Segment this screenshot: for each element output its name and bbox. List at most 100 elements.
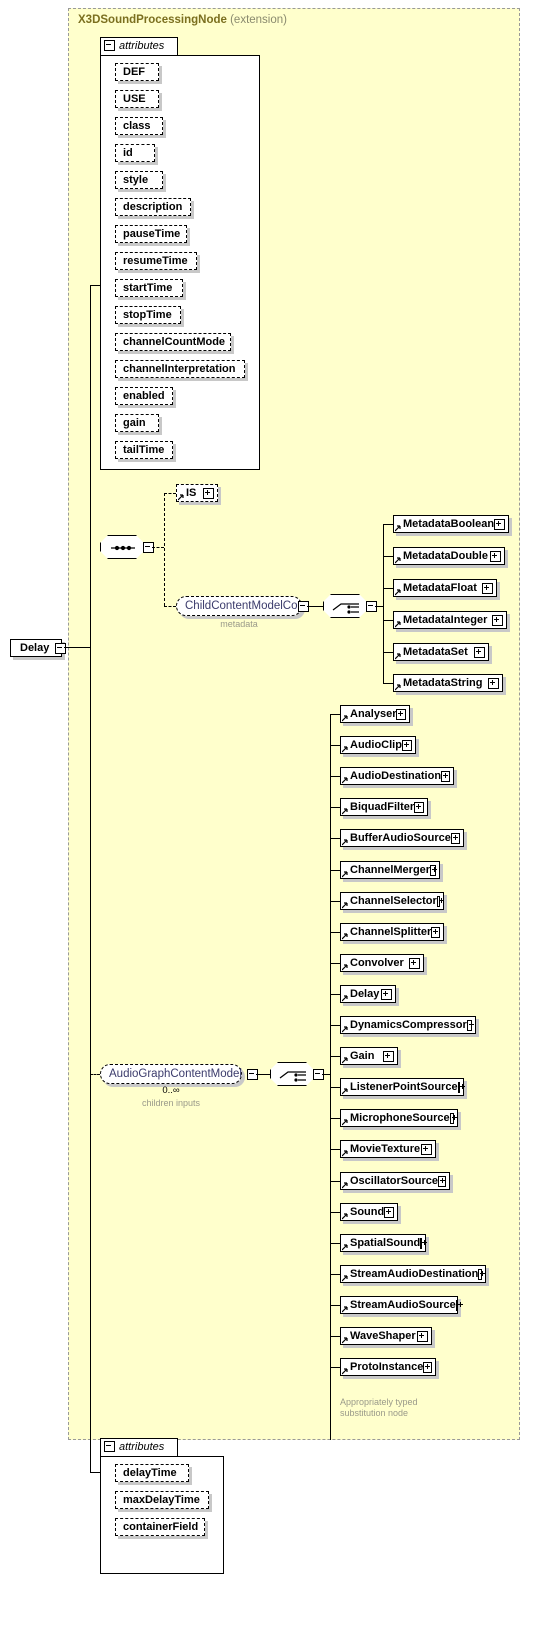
element-movietexture[interactable]: MovieTexture	[340, 1140, 436, 1158]
plus-icon[interactable]	[441, 770, 450, 782]
element-metadatainteger[interactable]: MetadataInteger	[393, 611, 507, 629]
element-delay[interactable]: Delay	[340, 985, 396, 1003]
plus-icon[interactable]	[396, 708, 406, 720]
attribute-maxdelaytime[interactable]: maxDelayTime	[115, 1491, 209, 1509]
plus-icon[interactable]	[474, 646, 485, 658]
plus-icon[interactable]	[431, 926, 440, 938]
sequence-compositor[interactable]	[100, 535, 144, 559]
element-spatialsound[interactable]: SpatialSound	[340, 1234, 428, 1252]
plus-icon[interactable]	[414, 801, 424, 813]
element-oscillatorsource[interactable]: OscillatorSource	[340, 1172, 450, 1190]
element-dynamicscompressor[interactable]: DynamicsCompressor	[340, 1016, 476, 1034]
ref-arrow-icon	[342, 902, 348, 909]
element-streamaudiosource[interactable]: StreamAudioSource	[340, 1296, 463, 1314]
attribute-use[interactable]: USE	[115, 90, 159, 108]
connector-audiograph-0	[330, 714, 340, 715]
connector-audiograph-10	[330, 1025, 340, 1026]
element-listenerpointsource[interactable]: ListenerPointSource	[340, 1078, 467, 1096]
element-channelselector[interactable]: ChannelSelector	[340, 892, 445, 910]
inherited-attributes-tab[interactable]: attributes	[100, 37, 178, 56]
attribute-channelcountmode[interactable]: channelCountMode	[115, 333, 231, 351]
audiograph-choice-compositor[interactable]	[270, 1062, 314, 1086]
plus-icon[interactable]	[488, 677, 499, 689]
metadata-choice-compositor[interactable]	[323, 594, 367, 618]
connector-seq-out	[152, 547, 164, 548]
plus-icon[interactable]	[436, 895, 445, 907]
plus-icon[interactable]	[383, 1050, 394, 1062]
element-convolver[interactable]: Convolver	[340, 954, 424, 972]
element-channelmerger[interactable]: ChannelMerger	[340, 861, 440, 879]
attribute-enabled[interactable]: enabled	[115, 387, 173, 405]
plus-icon[interactable]	[430, 864, 437, 876]
attribute-gain[interactable]: gain	[115, 414, 159, 432]
group-ref-audiographcontentmodel[interactable]: AudioGraphContentModel	[100, 1064, 242, 1084]
element-metadataboolean[interactable]: MetadataBoolean	[393, 515, 509, 533]
plus-icon[interactable]	[466, 1019, 475, 1031]
plus-icon[interactable]	[455, 1299, 463, 1311]
attribute-def[interactable]: DEF	[115, 63, 159, 81]
root-toggle[interactable]	[55, 643, 66, 654]
attribute-tailtime[interactable]: tailTime	[115, 441, 173, 459]
connector-audiograph-16	[330, 1212, 340, 1213]
plus-icon[interactable]	[417, 1330, 428, 1342]
attribute-delaytime[interactable]: delayTime	[115, 1464, 189, 1482]
element-metadatastring[interactable]: MetadataString	[393, 674, 503, 692]
minus-icon[interactable]	[104, 1441, 115, 1453]
element-metadataset[interactable]: MetadataSet	[393, 643, 489, 661]
plus-icon[interactable]	[420, 1237, 428, 1249]
attribute-stoptime[interactable]: stopTime	[115, 306, 181, 324]
attribute-containerfield[interactable]: containerField	[115, 1518, 205, 1536]
plus-icon[interactable]	[409, 957, 420, 969]
plus-icon[interactable]	[421, 1143, 432, 1155]
element-label: AudioDestination	[350, 770, 442, 782]
group-ref-childcontentmodelcore[interactable]: ChildContentModelCore	[176, 596, 308, 616]
plus-icon[interactable]	[494, 518, 505, 530]
plus-icon[interactable]	[478, 1268, 485, 1280]
element-audiodestination[interactable]: AudioDestination	[340, 767, 454, 785]
plus-icon[interactable]	[450, 832, 460, 844]
plus-icon[interactable]	[449, 1112, 458, 1124]
element-microphonesource[interactable]: MicrophoneSource	[340, 1109, 458, 1127]
ref-arrow-icon	[342, 808, 348, 815]
element-bufferaudiosource[interactable]: BufferAudioSource	[340, 829, 464, 847]
element-metadatafloat[interactable]: MetadataFloat	[393, 579, 497, 597]
attribute-class[interactable]: class	[115, 117, 163, 135]
element-protoinstance[interactable]: ProtoInstance	[340, 1358, 436, 1376]
element-label: MetadataInteger	[403, 614, 488, 626]
minus-icon[interactable]	[104, 40, 115, 52]
attribute-id[interactable]: id	[115, 144, 155, 162]
attribute-pausetime[interactable]: pauseTime	[115, 225, 187, 243]
element-waveshaper[interactable]: WaveShaper	[340, 1327, 432, 1345]
plus-icon[interactable]	[401, 739, 412, 751]
element-audioclip[interactable]: AudioClip	[340, 736, 416, 754]
element-is[interactable]: IS	[176, 484, 218, 502]
attribute-description[interactable]: description	[115, 198, 191, 216]
element-gain[interactable]: Gain	[340, 1047, 398, 1065]
element-sound[interactable]: Sound	[340, 1203, 398, 1221]
element-channelsplitter[interactable]: ChannelSplitter	[340, 923, 444, 941]
attribute-starttime[interactable]: startTime	[115, 279, 183, 297]
attribute-label: startTime	[123, 282, 173, 294]
own-attributes-tab[interactable]: attributes	[100, 1438, 178, 1457]
element-biquadfilter[interactable]: BiquadFilter	[340, 798, 428, 816]
element-analyser[interactable]: Analyser	[340, 705, 410, 723]
attribute-style[interactable]: style	[115, 171, 163, 189]
plus-icon[interactable]	[492, 614, 503, 626]
attribute-label: id	[123, 147, 133, 159]
plus-icon[interactable]	[490, 550, 501, 562]
plus-icon[interactable]	[438, 1175, 446, 1187]
plus-icon[interactable]	[457, 1081, 467, 1093]
attribute-channelinterpretation[interactable]: channelInterpretation	[115, 360, 245, 378]
plus-icon[interactable]	[381, 988, 392, 1000]
plus-icon[interactable]	[384, 1206, 394, 1218]
element-label: ListenerPointSource	[350, 1081, 458, 1093]
plus-icon[interactable]	[423, 1361, 432, 1373]
element-streamaudiodestination[interactable]: StreamAudioDestination	[340, 1265, 486, 1283]
ref-arrow-icon	[342, 746, 348, 753]
ref-arrow-icon	[342, 1182, 348, 1189]
plus-icon[interactable]	[203, 487, 214, 499]
element-metadatadouble[interactable]: MetadataDouble	[393, 547, 505, 565]
ref-arrow-icon	[342, 964, 348, 971]
plus-icon[interactable]	[482, 582, 493, 594]
attribute-resumetime[interactable]: resumeTime	[115, 252, 197, 270]
